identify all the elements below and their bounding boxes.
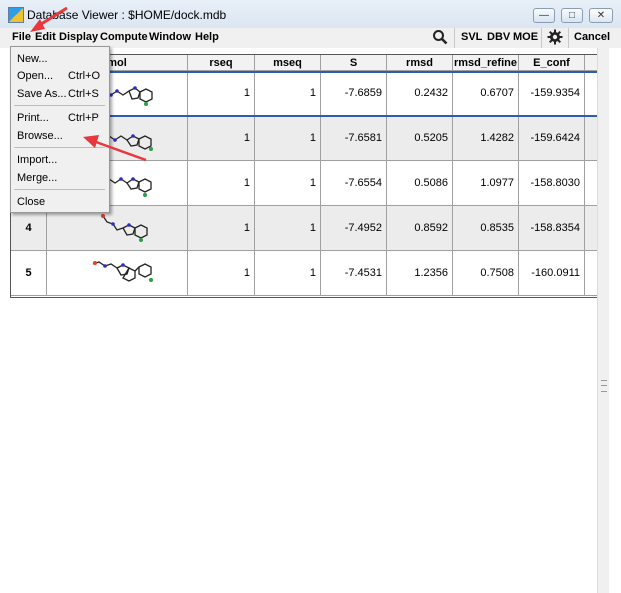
title-bar: Database Viewer : $HOME/dock.mdb — □ ✕: [0, 0, 621, 28]
molecule-structure-icon: [92, 261, 153, 282]
cancel-button[interactable]: Cancel: [574, 31, 610, 43]
rmsd-refine-cell[interactable]: 0.7508: [453, 251, 519, 296]
menu-item-merge[interactable]: Merge...: [17, 172, 57, 184]
rmsd-cell[interactable]: 0.8592: [387, 206, 453, 251]
file-menu-dropdown: New... Open... Ctrl+O Save As... Ctrl+S …: [10, 46, 110, 213]
rmsd-refine-cell[interactable]: 1.4282: [453, 116, 519, 161]
e-conf-cell[interactable]: -159.9354: [519, 71, 585, 116]
dbv-button[interactable]: DBV: [487, 31, 510, 43]
filler-cell: [585, 161, 597, 206]
mseq-cell[interactable]: 1: [255, 206, 321, 251]
column-header-rmsd-refine[interactable]: rmsd_refine: [453, 55, 519, 71]
window-title: Database Viewer : $HOME/dock.mdb: [27, 8, 227, 22]
rmsd-refine-cell[interactable]: 0.6707: [453, 71, 519, 116]
column-header-rseq[interactable]: rseq: [188, 55, 255, 71]
menu-display[interactable]: Display: [59, 31, 98, 43]
menu-help[interactable]: Help: [195, 31, 219, 43]
svl-button[interactable]: SVL: [461, 31, 482, 43]
close-icon: ✕: [596, 10, 606, 21]
column-header-s[interactable]: S: [321, 55, 387, 71]
rseq-cell[interactable]: 1: [188, 71, 255, 116]
menu-separator: [14, 105, 105, 106]
toolbar-separator: [568, 28, 569, 48]
filler-cell: [585, 116, 597, 161]
rmsd-cell[interactable]: 0.5086: [387, 161, 453, 206]
column-header-e-conf[interactable]: E_conf: [519, 55, 585, 71]
e-conf-cell[interactable]: -160.0911: [519, 251, 585, 296]
shortcut-print: Ctrl+P: [68, 112, 99, 124]
menu-item-import[interactable]: Import...: [17, 154, 57, 166]
rmsd-refine-cell[interactable]: 1.0977: [453, 161, 519, 206]
column-header-mseq[interactable]: mseq: [255, 55, 321, 71]
mseq-cell[interactable]: 1: [255, 116, 321, 161]
menu-separator: [14, 189, 105, 190]
rseq-cell[interactable]: 1: [188, 116, 255, 161]
filler-cell: [585, 71, 597, 116]
mseq-cell[interactable]: 1: [255, 251, 321, 296]
menu-item-open[interactable]: Open...: [17, 70, 53, 82]
s-cell[interactable]: -7.6581: [321, 116, 387, 161]
toolbar-separator: [454, 28, 455, 48]
minimize-icon: —: [539, 10, 549, 21]
menu-item-close[interactable]: Close: [17, 196, 45, 208]
menu-edit[interactable]: Edit: [35, 31, 56, 43]
window-edge: [609, 48, 621, 593]
moe-button[interactable]: MOE: [513, 31, 538, 43]
rmsd-cell[interactable]: 1.2356: [387, 251, 453, 296]
rmsd-cell[interactable]: 0.2432: [387, 71, 453, 116]
app-icon: [8, 7, 24, 23]
s-cell[interactable]: -7.6554: [321, 161, 387, 206]
filler-cell: [585, 206, 597, 251]
maximize-button[interactable]: □: [561, 8, 583, 23]
mseq-cell[interactable]: 1: [255, 71, 321, 116]
e-conf-cell[interactable]: -158.8030: [519, 161, 585, 206]
close-button[interactable]: ✕: [589, 8, 613, 23]
s-cell[interactable]: -7.4531: [321, 251, 387, 296]
shortcut-open: Ctrl+O: [68, 70, 101, 82]
s-cell[interactable]: -7.6859: [321, 71, 387, 116]
search-icon[interactable]: [432, 29, 448, 45]
rmsd-refine-cell[interactable]: 0.8535: [453, 206, 519, 251]
mseq-cell[interactable]: 1: [255, 161, 321, 206]
menu-item-save-as[interactable]: Save As...: [17, 88, 67, 100]
s-cell[interactable]: -7.4952: [321, 206, 387, 251]
shortcut-save-as: Ctrl+S: [68, 88, 99, 100]
column-header-rmsd[interactable]: rmsd: [387, 55, 453, 71]
menu-file[interactable]: File: [12, 31, 31, 43]
e-conf-cell[interactable]: -158.8354: [519, 206, 585, 251]
column-header-filler: [585, 55, 597, 71]
menu-separator: [14, 147, 105, 148]
menu-window[interactable]: Window: [149, 31, 191, 43]
menu-item-new[interactable]: New...: [17, 53, 48, 65]
row-number[interactable]: 5: [11, 251, 47, 296]
toolbar-separator: [541, 28, 542, 48]
molecule-cell[interactable]: [47, 251, 188, 296]
e-conf-cell[interactable]: -159.6424: [519, 116, 585, 161]
rseq-cell[interactable]: 1: [188, 251, 255, 296]
maximize-icon: □: [568, 10, 576, 21]
gear-icon[interactable]: [547, 29, 563, 45]
rseq-cell[interactable]: 1: [188, 161, 255, 206]
scrollbar-grip-icon[interactable]: [601, 380, 607, 392]
minimize-button[interactable]: —: [533, 8, 555, 23]
menu-item-print[interactable]: Print...: [17, 112, 49, 124]
menu-compute[interactable]: Compute: [100, 31, 148, 43]
rseq-cell[interactable]: 1: [188, 206, 255, 251]
filler-cell: [585, 251, 597, 296]
menu-item-browse[interactable]: Browse...: [17, 130, 63, 142]
rmsd-cell[interactable]: 0.5205: [387, 116, 453, 161]
